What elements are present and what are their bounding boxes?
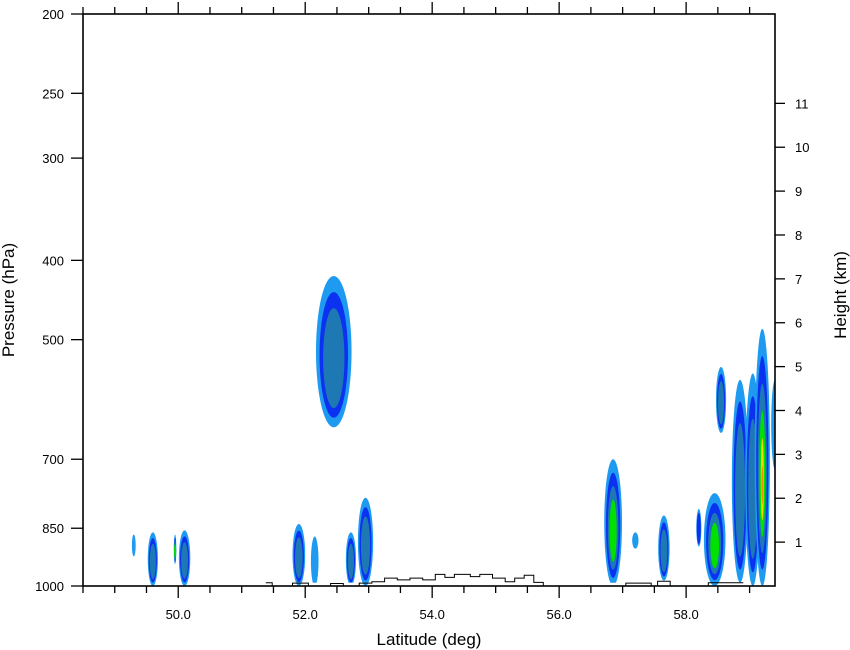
x-tick-label: 56.0 [546, 607, 571, 622]
y-tick-label: 300 [42, 151, 64, 166]
contour-cell-5-level-1 [310, 536, 319, 586]
contour-cell-8-level-3 [360, 516, 371, 575]
y2-tick-label: 10 [795, 140, 809, 155]
y-axis-title: Pressure (hPa) [0, 243, 18, 357]
contour-cell-15-level-3 [735, 422, 746, 557]
y-tick-label: 400 [42, 253, 64, 268]
contour-cell-12-level-2 [696, 512, 701, 545]
y2-tick-label: 5 [795, 360, 802, 375]
y-tick-label: 850 [42, 521, 64, 536]
contour-figure: 50.0 52.0 54.0 56.0 58.0 200 250 300 400 500 700 8… [0, 2, 850, 649]
y-tick-label: 250 [42, 86, 64, 101]
x-tick-label: 52.0 [293, 607, 318, 622]
contour-cell-13-level-4 [710, 522, 720, 569]
contour-cell-14-level-3 [717, 381, 725, 425]
contour-cell-0-level-1 [131, 534, 136, 557]
y-tick-labels: 200 250 300 400 500 700 850 1000 [35, 7, 64, 594]
y-tick-label: 500 [42, 333, 64, 348]
x-tick-labels: 50.0 52.0 54.0 56.0 58.0 [166, 607, 699, 622]
y2-tick-label: 1 [795, 535, 802, 550]
y2-tick-label: 9 [795, 184, 802, 199]
contour-cell-7-level-3 [347, 543, 354, 580]
x-tick-label: 58.0 [673, 607, 698, 622]
contour-cell-4-level-3 [295, 537, 303, 579]
contour-cell-10-level-1 [632, 532, 639, 549]
y2-tick-label: 3 [795, 447, 802, 462]
plot-frame [82, 13, 776, 587]
contour-cell-11-level-3 [660, 529, 668, 573]
contour-cell-6-level-3 [323, 308, 345, 409]
y2-axis-title: Height (km) [831, 251, 850, 339]
y2-tick-label: 8 [795, 228, 802, 243]
x-axis-title: Latitude (deg) [377, 630, 482, 649]
contour-cell-2-level-4 [174, 543, 177, 559]
contour-fills [131, 275, 775, 586]
terrain-outline [265, 573, 744, 587]
contour-cell-17-level-6 [761, 465, 764, 505]
x-tick-label: 54.0 [420, 607, 445, 622]
y-tick-label: 200 [42, 7, 64, 22]
terrain-line [265, 573, 744, 587]
x-tick-label: 50.0 [166, 607, 191, 622]
y-tick-label: 1000 [35, 579, 64, 594]
y2-tick-label: 2 [795, 491, 802, 506]
y2-tick-labels: 1 2 3 4 5 6 7 8 9 10 11 [795, 96, 809, 550]
contour-cell-9-level-4 [609, 499, 617, 562]
contour-cell-3-level-3 [181, 542, 189, 579]
y2-tick-label: 11 [795, 96, 809, 111]
y-tick-label: 700 [42, 452, 64, 467]
y2-tick-label: 6 [795, 316, 802, 331]
y2-tick-label: 7 [795, 272, 802, 287]
contour-cell-1-level-3 [149, 543, 156, 580]
axis-ticks [71, 2, 785, 598]
y2-tick-label: 4 [795, 403, 802, 418]
